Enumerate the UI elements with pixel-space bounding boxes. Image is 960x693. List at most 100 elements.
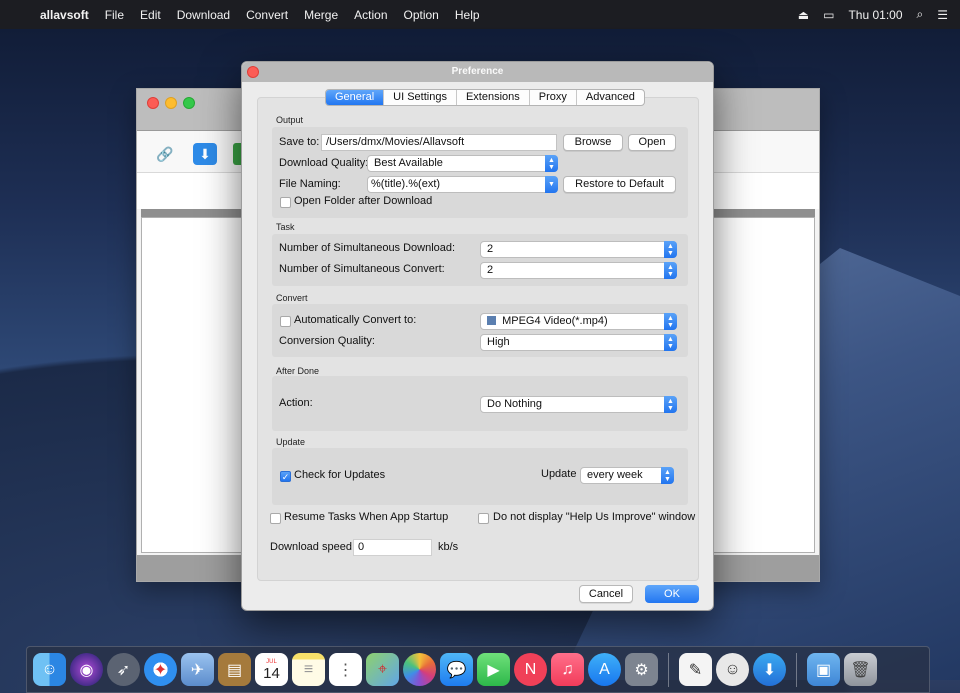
open-folder-checkbox[interactable] bbox=[280, 197, 291, 208]
chevron-down-icon: ▼ bbox=[545, 176, 558, 193]
no-help-window-checkbox[interactable] bbox=[478, 513, 489, 524]
contacts-icon[interactable]: ▤ bbox=[218, 653, 251, 686]
menu-edit[interactable]: Edit bbox=[132, 8, 169, 22]
calendar-icon[interactable]: JUL 14 bbox=[255, 653, 288, 686]
section-label-convert: Convert bbox=[276, 293, 308, 303]
auto-convert-label[interactable]: Automatically Convert to: bbox=[294, 314, 416, 326]
reminders-icon[interactable]: ⋮ bbox=[329, 653, 362, 686]
menu-download[interactable]: Download bbox=[169, 8, 238, 22]
zoom-window-button[interactable] bbox=[183, 97, 195, 109]
dock: ☺ ◉ ➶ ✦ ✈ ▤ JUL 14 ≡ ⋮ ⌖ 💬 ▶ N ♫ A ⚙ ✎ ☺… bbox=[26, 646, 930, 693]
menu-clock[interactable]: Thu 01:00 bbox=[848, 8, 902, 22]
open-folder-label[interactable]: Open Folder after Download bbox=[294, 195, 432, 207]
no-help-window-label[interactable]: Do not display "Help Us Improve" window bbox=[493, 511, 695, 523]
spotlight-search-icon[interactable]: ⌕ bbox=[917, 7, 924, 22]
allavsoft-icon[interactable]: ⬇ bbox=[753, 653, 786, 686]
automator-icon[interactable]: ☺ bbox=[716, 653, 749, 686]
minimize-window-button[interactable] bbox=[165, 97, 177, 109]
download-quality-select[interactable]: Best Available ▲ ▼ bbox=[367, 155, 558, 172]
menu-option[interactable]: Option bbox=[396, 8, 447, 22]
notification-center-icon[interactable]: ☰ bbox=[937, 8, 948, 22]
mail-icon[interactable]: ✈ bbox=[181, 653, 214, 686]
dock-separator bbox=[796, 652, 797, 687]
after-done-action-select[interactable]: Do Nothing ▲ ▼ bbox=[480, 396, 677, 413]
menu-merge[interactable]: Merge bbox=[296, 8, 346, 22]
convert-format-select[interactable]: MPEG4 Video(*.mp4) ▲ ▼ bbox=[480, 313, 677, 330]
conversion-quality-label: Conversion Quality: bbox=[279, 335, 375, 347]
chevron-updown-icon: ▲ ▼ bbox=[664, 241, 677, 258]
menu-help[interactable]: Help bbox=[447, 8, 488, 22]
notes-icon[interactable]: ≡ bbox=[292, 653, 325, 686]
check-updates-label[interactable]: Check for Updates bbox=[294, 469, 385, 481]
section-label-task: Task bbox=[276, 222, 295, 232]
download-quality-label: Download Quality: bbox=[279, 157, 369, 169]
section-label-output: Output bbox=[276, 115, 304, 125]
paste-url-icon[interactable]: 🔗 bbox=[153, 143, 177, 165]
video-file-icon bbox=[487, 316, 496, 325]
action-label: Action: bbox=[279, 397, 313, 409]
tab-extensions[interactable]: Extensions bbox=[457, 90, 530, 105]
sim-convert-select[interactable]: 2 ▲ ▼ bbox=[480, 262, 677, 279]
textedit-icon[interactable]: ✎ bbox=[679, 653, 712, 686]
app-store-icon[interactable]: A bbox=[588, 653, 621, 686]
auto-convert-checkbox[interactable] bbox=[280, 316, 291, 327]
menu-convert[interactable]: Convert bbox=[238, 8, 296, 22]
chevron-updown-icon: ▲ ▼ bbox=[664, 262, 677, 279]
trash-icon[interactable]: 🗑 bbox=[844, 653, 877, 686]
airplay-icon[interactable]: ⏏ bbox=[798, 8, 809, 22]
conversion-quality-select[interactable]: High ▲ ▼ bbox=[480, 334, 677, 351]
download-speed-input[interactable]: 0 bbox=[353, 539, 432, 556]
chevron-updown-icon: ▲ ▼ bbox=[664, 334, 677, 351]
check-updates-checkbox[interactable]: ✓ bbox=[280, 471, 291, 482]
download-speed-label: Download speed: bbox=[270, 541, 356, 553]
sim-download-select[interactable]: 2 ▲ ▼ bbox=[480, 241, 677, 258]
launchpad-icon[interactable]: ➶ bbox=[107, 653, 140, 686]
dock-separator bbox=[668, 652, 669, 687]
preference-dialog: Preference General UI Settings Extension… bbox=[241, 61, 714, 611]
music-icon[interactable]: ♫ bbox=[551, 653, 584, 686]
resume-tasks-checkbox[interactable] bbox=[270, 513, 281, 524]
menu-app-name[interactable]: allavsoft bbox=[32, 8, 97, 22]
browse-button[interactable]: Browse bbox=[563, 134, 623, 151]
chevron-updown-icon: ▲ ▼ bbox=[545, 155, 558, 172]
ok-button[interactable]: OK bbox=[645, 585, 699, 603]
tab-general[interactable]: General bbox=[326, 90, 385, 105]
downloads-folder-icon[interactable]: ▣ bbox=[807, 653, 840, 686]
open-button[interactable]: Open bbox=[628, 134, 676, 151]
resume-tasks-label[interactable]: Resume Tasks When App Startup bbox=[284, 511, 448, 523]
tab-advanced[interactable]: Advanced bbox=[577, 90, 644, 105]
chevron-updown-icon: ▲ ▼ bbox=[661, 467, 674, 484]
finder-icon[interactable]: ☺ bbox=[33, 653, 66, 686]
calendar-day: 14 bbox=[263, 664, 280, 682]
messages-icon[interactable]: 💬 bbox=[440, 653, 473, 686]
cancel-button[interactable]: Cancel bbox=[579, 585, 633, 603]
speed-unit-label: kb/s bbox=[438, 541, 459, 553]
download-icon[interactable]: ⬇ bbox=[193, 143, 217, 165]
restore-default-button[interactable]: Restore to Default bbox=[563, 176, 676, 193]
convert-icon[interactable] bbox=[233, 143, 241, 165]
menu-file[interactable]: File bbox=[97, 8, 132, 22]
news-icon[interactable]: N bbox=[514, 653, 547, 686]
close-window-button[interactable] bbox=[147, 97, 159, 109]
facetime-icon[interactable]: ▶ bbox=[477, 653, 510, 686]
display-icon[interactable]: ▭ bbox=[823, 8, 834, 22]
tab-bar: General UI Settings Extensions Proxy Adv… bbox=[325, 89, 645, 106]
save-to-field[interactable]: /Users/dmx/Movies/Allavsoft bbox=[321, 134, 557, 151]
file-naming-combo[interactable]: %(title).%(ext) ▼ bbox=[367, 176, 558, 193]
sim-download-label: Number of Simultaneous Download: bbox=[279, 242, 456, 254]
siri-icon[interactable]: ◉ bbox=[70, 653, 103, 686]
safari-icon[interactable]: ✦ bbox=[144, 653, 177, 686]
menu-action[interactable]: Action bbox=[346, 8, 395, 22]
chevron-updown-icon: ▲ ▼ bbox=[664, 396, 677, 413]
close-dialog-button[interactable] bbox=[247, 66, 259, 78]
system-preferences-icon[interactable]: ⚙ bbox=[625, 653, 658, 686]
update-frequency-select[interactable]: every week ▲ ▼ bbox=[580, 467, 674, 484]
maps-icon[interactable]: ⌖ bbox=[366, 653, 399, 686]
dialog-title: Preference bbox=[451, 66, 504, 77]
tab-ui-settings[interactable]: UI Settings bbox=[384, 90, 457, 105]
photos-icon[interactable] bbox=[403, 653, 436, 686]
dialog-titlebar: Preference bbox=[242, 62, 713, 82]
chevron-updown-icon: ▲ ▼ bbox=[664, 313, 677, 330]
file-naming-label: File Naming: bbox=[279, 178, 341, 190]
tab-proxy[interactable]: Proxy bbox=[530, 90, 577, 105]
